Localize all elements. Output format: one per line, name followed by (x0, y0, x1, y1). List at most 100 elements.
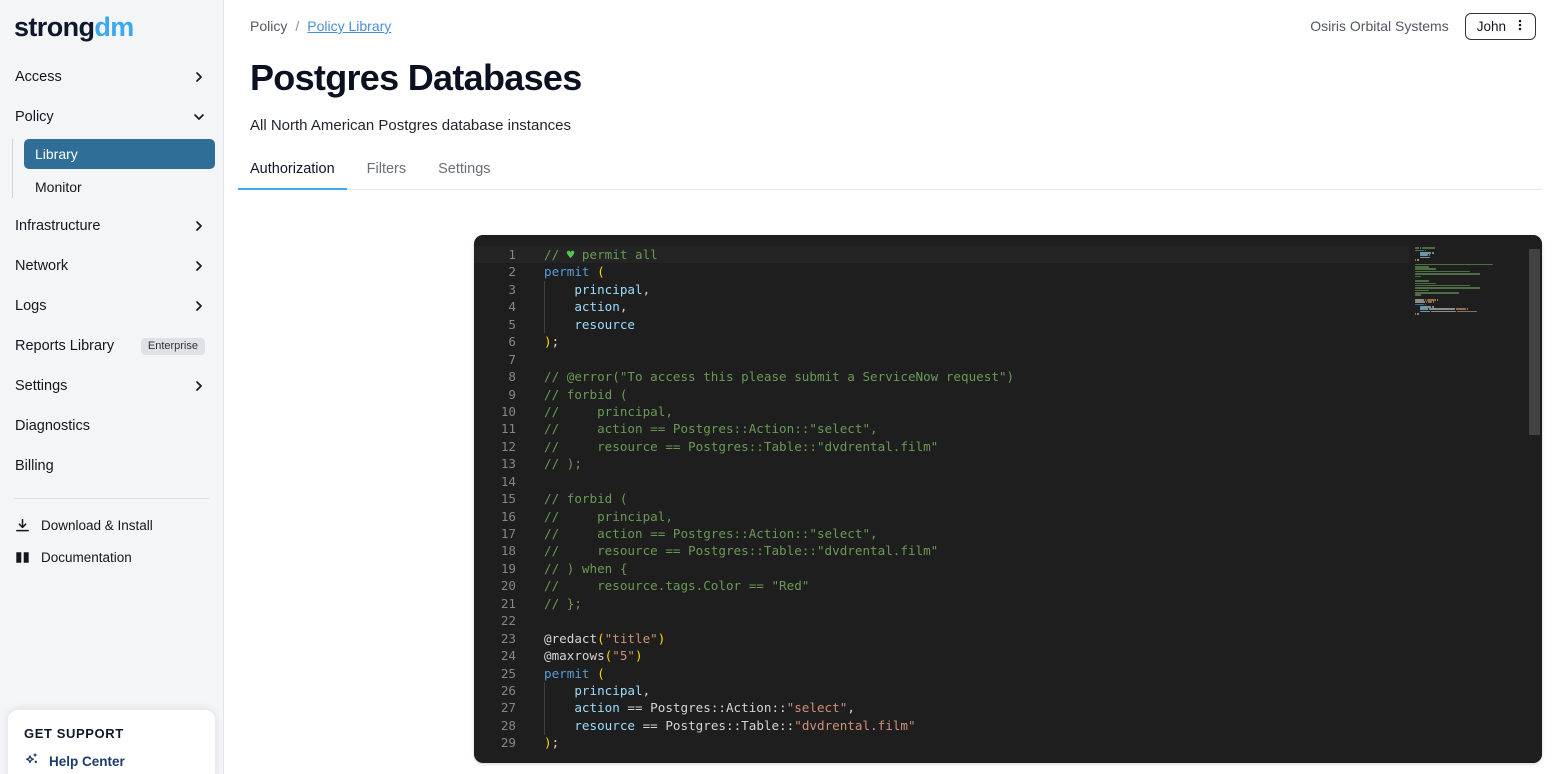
help-center-link[interactable]: Help Center (24, 752, 199, 770)
code-line[interactable]: 2 permit ( (474, 263, 1409, 280)
sidebar-item-monitor[interactable]: Monitor (24, 172, 215, 202)
sidebar-subitem-label: Monitor (35, 179, 82, 195)
sidebar-item-label: Access (15, 68, 62, 85)
line-number: 24 (500, 648, 516, 664)
editor-scrollbar[interactable] (1527, 235, 1542, 763)
code-line[interactable]: 16 // principal, (474, 508, 1409, 525)
book-icon (15, 550, 30, 565)
sidebar-item-logs[interactable]: Logs (0, 286, 223, 326)
chevron-right-icon (193, 380, 205, 392)
page-subtitle: All North American Postgres database ins… (250, 116, 571, 134)
code-line[interactable]: 28 resource == Postgres::Table::"dvdrent… (474, 717, 1409, 734)
code-line[interactable]: 1 // ♥ permit all (474, 246, 1409, 264)
code-line[interactable]: 7 (474, 351, 1409, 368)
code-line[interactable]: 9 // forbid ( (474, 386, 1409, 403)
sidebar-item-policy[interactable]: Policy (0, 97, 223, 137)
tab-settings[interactable]: Settings (426, 161, 502, 190)
line-number: 3 (508, 281, 516, 297)
code-line[interactable]: 8 // @error("To access this please submit… (474, 368, 1409, 385)
code-text: // @error("To access this please submit … (544, 369, 1015, 385)
code-text: resource == Postgres::Table::"dvdrental.… (544, 717, 916, 733)
help-center-label: Help Center (49, 753, 125, 769)
sidebar-item-billing[interactable]: Billing (0, 446, 223, 486)
chevron-right-icon (193, 71, 205, 83)
sidebar-item-library[interactable]: Library (24, 139, 215, 169)
policy-code-editor[interactable]: 1 // ♥ permit all 2 permit (3 principal, 4 a… (474, 235, 1542, 763)
code-line[interactable]: 13 // ); (474, 455, 1409, 472)
breadcrumb-policy-library[interactable]: Policy Library (307, 18, 391, 34)
code-line[interactable]: 25 permit ( (474, 665, 1409, 682)
code-line[interactable]: 29); (474, 734, 1409, 751)
chevron-right-icon (193, 300, 205, 312)
line-number: 1 (508, 247, 516, 262)
code-line[interactable]: 21 // }; (474, 595, 1409, 612)
code-line[interactable]: 12 // resource == Postgres::Table::"dvdre… (474, 438, 1409, 455)
code-line[interactable]: 6); (474, 333, 1409, 350)
code-line[interactable]: 4 action, (474, 298, 1409, 315)
sidebar-item-diagnostics[interactable]: Diagnostics (0, 406, 223, 446)
primary-navigation: Access Policy Library Monitor Infrastruc… (0, 57, 223, 486)
line-number: 15 (500, 491, 516, 507)
code-text: resource (544, 316, 635, 332)
code-line[interactable]: 11 // action == Postgres::Action::"select… (474, 420, 1409, 437)
code-line[interactable]: 5 resource (474, 316, 1409, 333)
line-number: 28 (500, 717, 516, 733)
code-line[interactable]: 10 // principal, (474, 403, 1409, 420)
code-line[interactable]: 14 (474, 473, 1409, 490)
user-menu-button[interactable]: John (1464, 12, 1536, 40)
sidebar-item-documentation[interactable]: Documentation (0, 541, 223, 573)
tab-filters[interactable]: Filters (355, 161, 418, 190)
code-line[interactable]: 22 (474, 612, 1409, 629)
tab-authorization[interactable]: Authorization (238, 161, 347, 190)
sidebar-item-settings[interactable]: Settings (0, 366, 223, 406)
code-line[interactable]: 3 principal, (474, 281, 1409, 298)
line-number: 21 (500, 595, 516, 611)
breadcrumb: Policy / Policy Library (250, 18, 391, 34)
main-content: Policy / Policy Library Osiris Orbital S… (224, 0, 1560, 774)
sidebar-item-label: Download & Install (41, 517, 153, 533)
sidebar-item-label: Settings (15, 377, 68, 394)
code-text: // forbid ( (544, 491, 628, 507)
code-line[interactable]: 20 // resource.tags.Color == "Red" (474, 577, 1409, 594)
sidebar-item-label: Billing (15, 457, 54, 474)
line-number: 26 (500, 682, 516, 698)
sidebar-item-label: Documentation (41, 549, 132, 565)
code-text: // action == Postgres::Action::"select", (544, 526, 878, 541)
line-number: 6 (508, 334, 516, 350)
editor-scrollbar-thumb[interactable] (1529, 249, 1540, 435)
code-lines-container[interactable]: 1 // ♥ permit all 2 permit (3 principal, 4 a… (474, 235, 1409, 763)
line-number: 4 (508, 299, 516, 315)
line-number: 7 (508, 351, 516, 367)
line-number: 20 (500, 578, 516, 594)
code-line[interactable]: 19 // ) when { (474, 560, 1409, 577)
code-line[interactable]: 18 // resource == Postgres::Table::"dvdre… (474, 542, 1409, 559)
enterprise-badge: Enterprise (140, 337, 205, 355)
code-line[interactable]: 24 @maxrows("5") (474, 647, 1409, 664)
code-text: ); (544, 735, 560, 751)
sidebar-item-reports-library[interactable]: Reports Library Enterprise (0, 326, 223, 366)
sidebar: strongdm Access Policy Library Monitor I… (0, 0, 224, 774)
code-line[interactable]: 23 @redact("title") (474, 630, 1409, 647)
line-number: 10 (500, 403, 516, 419)
code-line[interactable]: 26 principal, (474, 682, 1409, 699)
line-number: 16 (500, 508, 516, 524)
line-number: 11 (500, 421, 516, 437)
chevron-right-icon (193, 260, 205, 272)
code-line[interactable]: 17 // action == Postgres::Action::"select… (474, 525, 1409, 542)
strongdm-logo[interactable]: strongdm (0, 0, 223, 41)
topbar-right: Osiris Orbital Systems John (1310, 12, 1536, 40)
sidebar-item-download-install[interactable]: Download & Install (0, 509, 223, 541)
editor-minimap[interactable] (1409, 235, 1527, 763)
sidebar-item-network[interactable]: Network (0, 246, 223, 286)
breadcrumb-separator: / (295, 18, 300, 34)
sidebar-item-infrastructure[interactable]: Infrastructure (0, 206, 223, 246)
code-line[interactable]: 27 action == Postgres::Action::"select", (474, 699, 1409, 716)
code-text: // ♥ permit all (544, 247, 658, 262)
line-number: 23 (500, 630, 516, 646)
code-line[interactable]: 15 // forbid ( (474, 490, 1409, 507)
sidebar-item-access[interactable]: Access (0, 57, 223, 97)
kebab-menu-icon (1514, 18, 1526, 35)
logo-text-strong: strong (14, 12, 95, 42)
code-text: // action == Postgres::Action::"select", (544, 421, 878, 437)
